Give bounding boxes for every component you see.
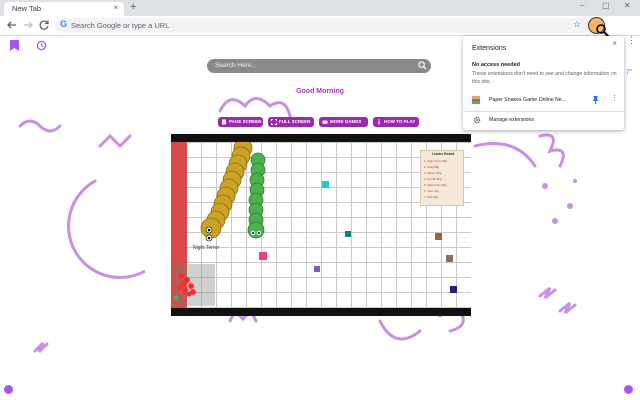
food-pellet — [314, 266, 320, 272]
tab-close-icon[interactable]: × — [113, 3, 118, 12]
food-pellet — [450, 286, 457, 293]
toolbar: G Search Google or type a URL ☆ ⋮ — [0, 16, 640, 46]
maximize-button[interactable]: ▢ — [602, 1, 610, 10]
popup-title: Extensions — [472, 45, 507, 52]
more-games-label: MORE GAMES — [330, 119, 362, 124]
food-pellet — [259, 252, 267, 260]
how-to-play-label: HOW TO PLAY — [384, 119, 416, 124]
bookmark-icon[interactable] — [10, 40, 19, 51]
chrome-menu-icon[interactable]: ⋮ — [627, 35, 636, 46]
snake-game-extension-icon — [472, 96, 480, 104]
leaderboard: Leader Board 1. Night Terror 89g 2. Snap… — [420, 150, 464, 206]
player-name-label: Night Terror — [193, 245, 220, 251]
leaderboard-row: 6. Viper 41g — [424, 189, 440, 193]
leaderboard-row: 2. Snap 88g — [424, 165, 440, 169]
extensions-popup: Extensions × No access needed These exte… — [463, 36, 624, 130]
minimap — [173, 264, 215, 306]
food-pellet — [446, 255, 453, 262]
back-arrow-icon[interactable] — [6, 19, 18, 31]
forward-arrow-icon[interactable] — [22, 19, 34, 31]
tab-strip: New Tab × + – ▢ ✕ — [0, 0, 640, 16]
leaderboard-row: 4. Noodle 56g — [424, 177, 442, 181]
minimap-dots — [173, 273, 196, 301]
no-access-description: These extensions don't need to see and c… — [472, 71, 617, 85]
history-icon[interactable] — [36, 40, 47, 51]
pin-icon[interactable] — [592, 96, 599, 104]
settings-gear-icon[interactable] — [4, 385, 13, 394]
game-frame[interactable]: Night Terror Leader Board 1. Night Terro… — [171, 134, 471, 316]
more-games-button[interactable]: MORE GAMES — [319, 117, 368, 127]
gear-icon — [473, 116, 481, 124]
full-screen-label: FULL SCREEN — [279, 119, 311, 124]
close-window-button[interactable]: ✕ — [624, 1, 631, 10]
bookmark-star-icon[interactable]: ☆ — [573, 19, 581, 30]
address-bar-placeholder: Search Google or type a URL — [71, 20, 170, 30]
customize-icon[interactable] — [624, 385, 633, 394]
no-access-heading: No access needed — [472, 62, 520, 68]
page-screen-label: PAGE SCREEN — [229, 119, 262, 124]
popup-close-icon[interactable]: × — [612, 39, 617, 48]
leaderboard-row: 3. Slitherr 65g — [424, 171, 442, 175]
browser-window: New Tab × + – ▢ ✕ G Search Google or typ… — [0, 0, 640, 400]
tab-new-tab[interactable]: New Tab × — [4, 2, 124, 16]
search-bar[interactable]: Search Here... — [207, 59, 431, 73]
manage-extensions-link[interactable]: Manage extensions — [489, 117, 534, 123]
leaderboard-row: 7. Hiss 30g — [424, 195, 438, 199]
expand-icon — [271, 119, 277, 125]
page-screen-button[interactable]: PAGE SCREEN — [218, 117, 263, 127]
food-pellet — [322, 181, 329, 188]
popup-divider — [463, 111, 624, 112]
search-input[interactable]: Search Here... — [215, 62, 257, 69]
google-g-icon: G — [60, 19, 68, 29]
search-icon[interactable] — [418, 61, 427, 70]
info-icon — [378, 119, 380, 125]
address-bar[interactable]: G Search Google or type a URL — [55, 18, 590, 33]
food-pellet — [435, 233, 442, 240]
leaderboard-title: Leader Board — [431, 152, 455, 156]
page-icon — [222, 119, 226, 125]
reload-icon[interactable] — [38, 19, 50, 31]
greeting-text: Good Morning — [296, 88, 344, 95]
extension-name[interactable]: Paper Snakes Game Online Ne... — [489, 97, 566, 103]
game-board[interactable]: Night Terror Leader Board 1. Night Terro… — [171, 142, 471, 308]
weather-text: 7° — [626, 69, 633, 76]
how-to-play-button[interactable]: HOW TO PLAY — [373, 117, 419, 127]
tab-title: New Tab — [12, 4, 42, 13]
full-screen-button[interactable]: FULL SCREEN — [268, 117, 314, 127]
gamepad-icon — [322, 120, 328, 124]
enemy-snake — [247, 152, 266, 239]
new-tab-button[interactable]: + — [130, 1, 136, 13]
minimize-button[interactable]: – — [580, 1, 584, 10]
food-pellet — [345, 231, 351, 237]
extension-more-icon[interactable]: ⋮ — [611, 94, 618, 102]
leaderboard-row: 1. Night Terror 89g — [424, 159, 448, 163]
leaderboard-row: 5. Sidewinder 48g — [424, 183, 447, 187]
